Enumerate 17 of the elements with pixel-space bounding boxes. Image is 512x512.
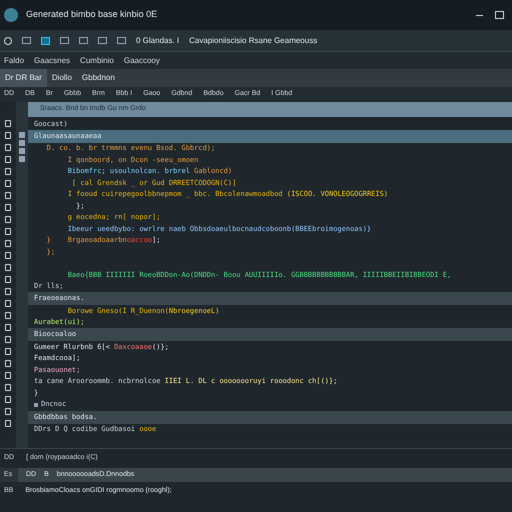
app-logo-icon: [4, 8, 18, 22]
maximize-icon[interactable]: [495, 11, 504, 19]
window-title: Generated bimbo base kinbio 0E: [26, 8, 158, 22]
bullet-icon: [34, 402, 38, 406]
menu-item[interactable]: Faldo: [4, 54, 24, 66]
minimize-icon[interactable]: [476, 14, 483, 16]
panel-icon[interactable]: [60, 37, 69, 44]
menu-item[interactable]: Gaaccooy: [124, 54, 160, 66]
tab[interactable]: Dr DR Bar: [0, 69, 47, 87]
toolbar-label: 0 Glandas. I: [136, 34, 180, 46]
toolbar-label: Cavapioniiscisio Rsane Geameouss: [189, 34, 318, 46]
menu-item[interactable]: Gaacsnes: [34, 54, 70, 66]
search-icon[interactable]: [4, 36, 12, 44]
window-icon[interactable]: [98, 37, 107, 44]
menu-item[interactable]: Cumbinio: [80, 54, 114, 66]
tab[interactable]: Gbbdnon: [76, 69, 120, 87]
tab[interactable]: Diollo: [46, 69, 77, 87]
